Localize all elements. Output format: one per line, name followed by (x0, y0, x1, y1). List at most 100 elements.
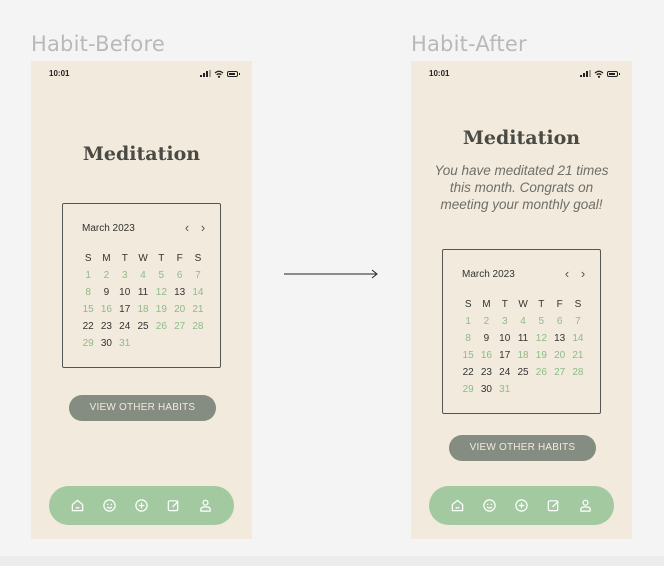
calendar-day[interactable]: 22 (459, 364, 477, 381)
calendar-day[interactable]: 15 (459, 347, 477, 364)
calendar-day[interactable]: 23 (97, 318, 115, 335)
page-title: Meditation (82, 143, 201, 165)
calendar-day[interactable]: 28 (569, 364, 587, 381)
calendar-day[interactable]: 12 (152, 284, 170, 301)
chevron-right-icon[interactable]: › (198, 220, 208, 235)
calendar: March 2023 ‹ › S M T W T F S 1 2 3 4 5 6 7 8 9 10 11 12 13 1… (62, 203, 221, 368)
view-other-habits-button[interactable]: VIEW OTHER HABITS (449, 435, 596, 461)
weekday-label: S (464, 299, 472, 310)
calendar-day[interactable]: 1 (459, 313, 477, 330)
calendar-day[interactable]: 14 (569, 330, 587, 347)
calendar-day[interactable]: 27 (170, 318, 188, 335)
calendar-day[interactable]: 7 (569, 313, 587, 330)
weekday-label: S (194, 253, 202, 264)
calendar-day[interactable]: 30 (97, 335, 115, 352)
calendar-day[interactable]: 2 (477, 313, 495, 330)
calendar-day[interactable]: 13 (550, 330, 568, 347)
calendar-day[interactable]: 16 (97, 301, 115, 318)
calendar-day[interactable]: 17 (496, 347, 514, 364)
calendar-day[interactable]: 3 (496, 313, 514, 330)
calendar-day[interactable]: 4 (514, 313, 532, 330)
calendar: March 2023 ‹ › S M T W T F S 1 2 3 4 5 6 7 8 9 10 11 12 13 1… (442, 249, 601, 414)
calendar-day[interactable]: 10 (116, 284, 134, 301)
bottom-nav-bar (429, 486, 614, 525)
calendar-day[interactable]: 12 (532, 330, 550, 347)
calendar-day[interactable]: 19 (532, 347, 550, 364)
calendar-day[interactable]: 13 (170, 284, 188, 301)
calendar-day[interactable]: 23 (477, 364, 495, 381)
calendar-day[interactable]: 25 (514, 364, 532, 381)
view-other-habits-button[interactable]: VIEW OTHER HABITS (69, 395, 216, 421)
calendar-day[interactable]: 11 (134, 284, 152, 301)
status-icons (580, 69, 620, 78)
calendar-day[interactable]: 29 (459, 381, 477, 398)
calendar-day[interactable]: 21 (189, 301, 207, 318)
weekday-label: F (176, 253, 183, 264)
calendar-day[interactable]: 10 (496, 330, 514, 347)
calendar-day[interactable]: 15 (79, 301, 97, 318)
chevron-right-icon[interactable]: › (578, 266, 588, 281)
home-icon[interactable] (69, 498, 85, 514)
signal-icon (200, 70, 211, 77)
calendar-day[interactable]: 21 (569, 347, 587, 364)
home-icon[interactable] (449, 498, 465, 514)
weekday-label: T (501, 299, 508, 310)
calendar-day[interactable]: 1 (79, 267, 97, 284)
calendar-day[interactable]: 11 (514, 330, 532, 347)
calendar-month: March 2023 (462, 269, 515, 280)
calendar-day[interactable]: 4 (134, 267, 152, 284)
calendar-month: March 2023 (82, 223, 135, 234)
signal-icon (580, 70, 591, 77)
weekday-label: F (556, 299, 563, 310)
calendar-day[interactable]: 30 (477, 381, 495, 398)
weekday-label: S (574, 299, 582, 310)
calendar-day[interactable]: 17 (116, 301, 134, 318)
profile-icon[interactable] (198, 498, 214, 514)
smiley-icon[interactable] (481, 498, 497, 514)
status-time: 10:01 (49, 69, 70, 78)
calendar-day[interactable]: 29 (79, 335, 97, 352)
calendar-day[interactable]: 8 (459, 330, 477, 347)
calendar-day[interactable]: 18 (514, 347, 532, 364)
calendar-day[interactable]: 22 (79, 318, 97, 335)
chevron-left-icon[interactable]: ‹ (182, 220, 192, 235)
calendar-day[interactable]: 18 (134, 301, 152, 318)
profile-icon[interactable] (578, 498, 594, 514)
calendar-day[interactable]: 6 (170, 267, 188, 284)
calendar-day[interactable]: 26 (152, 318, 170, 335)
frame-label-after: Habit-After (411, 32, 527, 56)
canvas-bottom-band (0, 556, 664, 566)
bottom-nav-bar (49, 486, 234, 525)
calendar-day[interactable]: 31 (496, 381, 514, 398)
weekday-label: W (518, 299, 528, 310)
edit-icon[interactable] (166, 498, 182, 514)
calendar-day[interactable]: 28 (189, 318, 207, 335)
calendar-day[interactable]: 24 (496, 364, 514, 381)
battery-icon (227, 70, 240, 77)
chevron-left-icon[interactable]: ‹ (562, 266, 572, 281)
plus-circle-icon[interactable] (513, 498, 529, 514)
calendar-day[interactable]: 25 (134, 318, 152, 335)
plus-circle-icon[interactable] (133, 498, 149, 514)
calendar-day[interactable]: 20 (170, 301, 188, 318)
calendar-day[interactable]: 9 (477, 330, 495, 347)
smiley-icon[interactable] (101, 498, 117, 514)
calendar-day[interactable]: 19 (152, 301, 170, 318)
calendar-day[interactable]: 27 (550, 364, 568, 381)
calendar-day[interactable]: 8 (79, 284, 97, 301)
calendar-day[interactable]: 5 (532, 313, 550, 330)
frame-label-before: Habit-Before (31, 32, 165, 56)
calendar-day[interactable]: 31 (116, 335, 134, 352)
calendar-day[interactable]: 14 (189, 284, 207, 301)
calendar-day[interactable]: 24 (116, 318, 134, 335)
calendar-day[interactable]: 7 (189, 267, 207, 284)
calendar-day[interactable]: 5 (152, 267, 170, 284)
calendar-day[interactable]: 16 (477, 347, 495, 364)
calendar-day[interactable]: 9 (97, 284, 115, 301)
edit-icon[interactable] (546, 498, 562, 514)
calendar-day[interactable]: 20 (550, 347, 568, 364)
calendar-day[interactable]: 3 (116, 267, 134, 284)
calendar-day[interactable]: 2 (97, 267, 115, 284)
calendar-day[interactable]: 6 (550, 313, 568, 330)
calendar-day[interactable]: 26 (532, 364, 550, 381)
